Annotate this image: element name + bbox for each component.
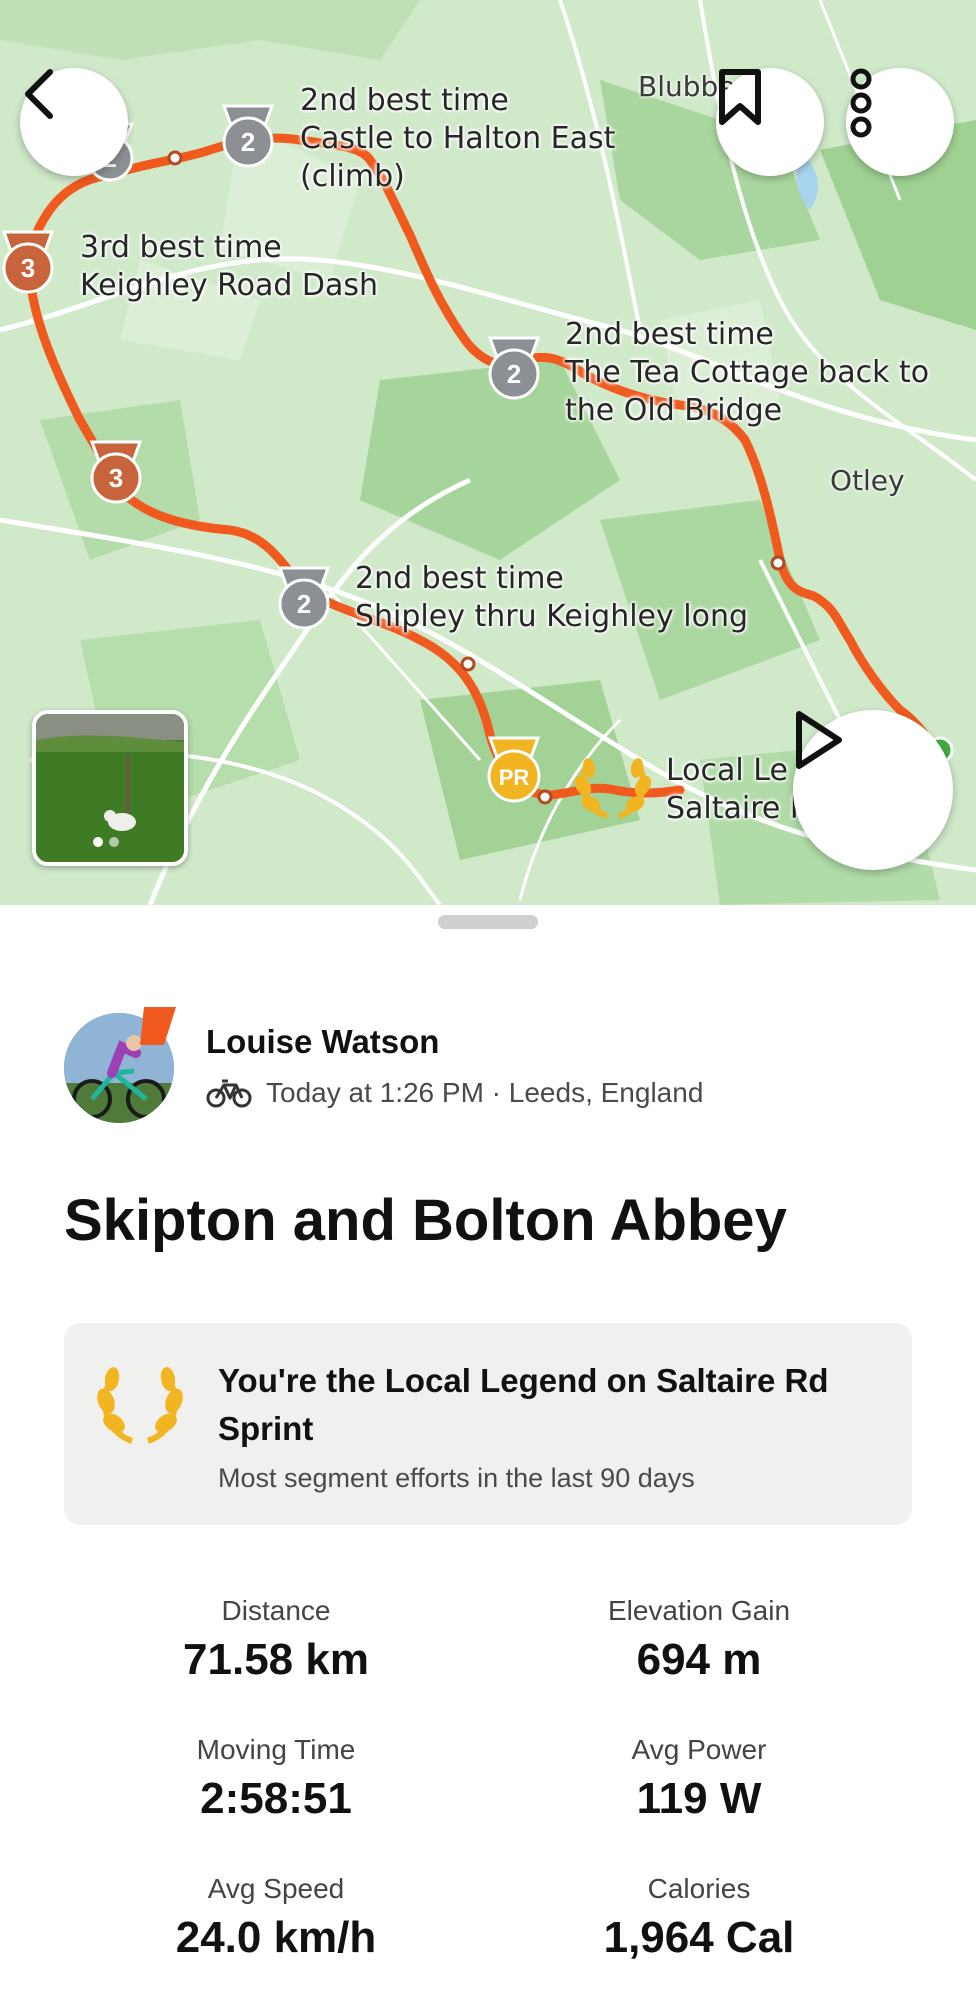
segment-name-text: Local Le [666,753,788,788]
segment-rank-text: 2nd best time [565,317,774,352]
stat-label: Avg Speed [207,1873,345,1904]
stat-value: 24.0 km/h [175,1913,377,1962]
stat-value: 71.58 km [183,1635,369,1684]
activity-photo-thumbnail[interactable] [32,710,188,866]
stat-label: Distance [221,1595,331,1626]
stat-value: 119 W [636,1774,762,1823]
stat-avg-speed: Avg Speed 24.0 km/h [76,1871,476,1965]
stat-moving-time: Moving Time 2:58:51 [76,1732,476,1826]
activity-date-location: Today at 1:26 PM · Leeds, England [266,1077,704,1108]
segment-name-text: The Tea Cottage back to [565,355,930,390]
stat-label: Elevation Gain [607,1595,791,1626]
play-icon [796,711,842,769]
save-button[interactable] [716,68,824,176]
stat-label: Moving Time [196,1734,356,1765]
local-legend-card[interactable]: You're the Local Legend on Saltaire Rd S… [64,1323,912,1525]
chevron-left-icon [25,69,53,119]
stat-avg-power: Avg Power 119 W [499,1732,899,1826]
more-options-button[interactable] [846,68,954,176]
stat-calories: Calories 1,964 Cal [499,1871,899,1965]
segment-label-keighley-road[interactable]: 3rd best time Keighley Road Dash [80,229,378,305]
segment-label-castle[interactable]: 2nd best time Castle to Halton East (cli… [300,82,615,196]
stat-value: 1,964 Cal [603,1913,795,1962]
stat-distance: Distance 71.58 km [76,1593,476,1687]
segment-rank-text: 3rd best time [80,230,282,265]
activity-photo [36,714,184,862]
sheet-drag-handle[interactable] [438,915,538,929]
segment-name-text: Castle to Halton East [300,121,616,156]
flyover-play-button[interactable] [793,710,953,870]
stat-label: Avg Power [631,1734,767,1765]
stat-elevation-gain: Elevation Gain 694 m [499,1593,899,1687]
local-legend-subtitle: Most segment efforts in the last 90 days [218,1463,695,1493]
local-legend-title: You're the Local Legend on Saltaire Rd S… [218,1362,829,1447]
athlete-name[interactable]: Louise Watson [206,1023,439,1061]
segment-rank-text: 2nd best time [300,83,509,118]
stat-value: 2:58:51 [200,1774,352,1823]
segment-name-text: Shipley thru Keighley long [355,599,749,634]
back-button[interactable] [20,68,128,176]
place-label: Otley [830,464,905,497]
segment-label-tea-cottage[interactable]: 2nd best time The Tea Cottage back to th… [565,316,929,430]
segment-rank-text: 2nd best time [355,561,564,596]
stat-value: 694 m [636,1635,762,1684]
segment-name-text: (climb) [300,159,405,194]
activity-sheet: Louise Watson Today at 1:26 PM · Leeds, … [0,905,976,1999]
segment-name-text: the Old Bridge [565,393,783,428]
laurel-icon [97,1367,183,1444]
segment-name-text: Keighley Road Dash [80,268,379,303]
route-map[interactable]: 2 2 3 3 2 2 PR [0,0,976,905]
segment-label-local-legend[interactable]: Local Le Saltaire R [666,752,811,828]
stat-label: Calories [647,1873,751,1904]
subscriber-badge-icon [140,1007,176,1045]
activity-meta: Today at 1:26 PM · Leeds, England [206,1073,703,1113]
more-vertical-icon [850,68,872,138]
segment-name-text: Saltaire R [666,791,811,826]
bookmark-icon [719,69,761,125]
activity-title: Skipton and Bolton Abbey [64,1188,787,1253]
segment-label-shipley[interactable]: 2nd best time Shipley thru Keighley long [355,560,748,636]
bike-icon [206,1079,252,1108]
